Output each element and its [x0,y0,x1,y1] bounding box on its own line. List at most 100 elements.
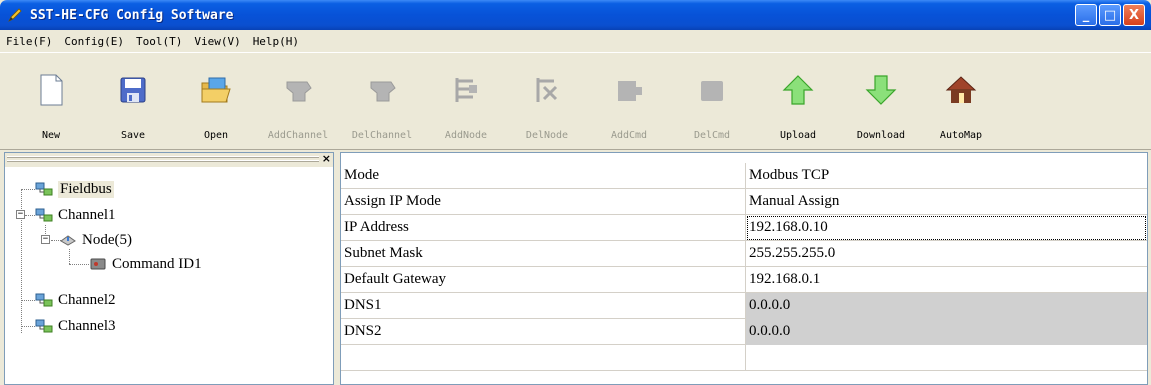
add-channel-label: AddChannel [267,130,329,141]
delete-command-label: DelCmd [693,130,731,141]
minimize-icon: _ [1082,7,1090,23]
tree-line [21,326,35,327]
delete-channel-icon [370,81,396,102]
delete-command-button[interactable]: DelCmd [679,53,745,151]
automap-button[interactable]: AutoMap [928,53,994,151]
property-key: Assign IP Mode [341,189,746,215]
panel-grip[interactable] [7,156,319,158]
tree-item-label: Channel2 [58,291,116,308]
add-channel-button[interactable]: AddChannel [265,53,331,151]
title-bar[interactable]: SST-HE-CFG Config Software _ □ X [0,0,1151,30]
menu-view[interactable]: View(V) [194,35,240,48]
add-node-button[interactable]: AddNode [433,53,499,151]
tree-item-label: Channel1 [58,206,116,223]
delete-node-button[interactable]: DelNode [514,53,580,151]
menu-bar: File(F) Config(E) Tool(T) View(V) Help(H… [0,30,1151,52]
new-button[interactable]: New [18,53,84,151]
property-key: Mode [341,163,746,189]
tree-line [21,300,35,301]
delete-channel-button[interactable]: DelChannel [349,53,415,151]
pencil-icon [8,8,22,22]
add-node-label: AddNode [444,130,488,141]
property-value[interactable] [746,345,1147,371]
add-channel-icon [286,81,312,102]
delete-channel-label: DelChannel [351,130,413,141]
close-panel-icon[interactable]: × [322,152,331,165]
upload-label: Upload [779,130,817,141]
tree-item-command-id1[interactable]: Command ID1 [89,253,202,275]
add-command-button[interactable]: AddCmd [596,53,662,151]
table-row[interactable]: Mode Modbus TCP [341,163,1147,189]
table-row[interactable]: DNS2 0.0.0.0 [341,319,1147,345]
project-tree-panel: × Fieldbus − Channel1 − Node(5) Command … [4,152,334,385]
save-label: Save [120,130,146,141]
property-key: Default Gateway [341,267,746,293]
property-value[interactable]: 255.255.255.0 [746,241,1147,267]
network-icon [35,319,53,333]
table-row[interactable]: Subnet Mask 255.255.255.0 [341,241,1147,267]
table-row[interactable] [341,345,1147,371]
tree-item-fieldbus[interactable]: Fieldbus [35,178,114,200]
tree-item-label: Node(5) [82,231,132,248]
network-icon [35,208,53,222]
property-key [341,345,746,371]
table-row[interactable]: Assign IP Mode Manual Assign [341,189,1147,215]
maximize-icon: □ [1103,7,1117,23]
collapse-channel1-toggle[interactable]: − [16,210,25,219]
menu-help[interactable]: Help(H) [253,35,299,48]
close-icon: X [1128,7,1140,23]
property-value[interactable]: 192.168.0.10 [746,215,1147,241]
save-button[interactable]: Save [100,53,166,151]
maximize-button[interactable]: □ [1099,4,1121,26]
new-document-icon [40,74,63,106]
delete-command-icon [701,81,723,101]
property-key: DNS2 [341,319,746,345]
tree-item-channel2[interactable]: Channel2 [35,289,116,311]
property-value: 0.0.0.0 [746,293,1147,319]
delete-node-label: DelNode [525,130,569,141]
add-node-icon [455,78,477,102]
tree-item-channel1[interactable]: Channel1 [35,204,116,226]
network-icon [35,293,53,307]
download-arrow-icon [865,75,897,105]
minus-icon: − [42,234,49,244]
tree-item-node5[interactable]: Node(5) [59,229,132,251]
table-row[interactable]: IP Address 192.168.0.10 [341,215,1147,241]
toolbar: New Save Open AddChannel DelChannel AddN… [0,52,1151,150]
tree-line [21,189,35,190]
panel-grip[interactable] [7,160,319,162]
close-button[interactable]: X [1123,4,1145,26]
download-button[interactable]: Download [848,53,914,151]
property-value[interactable]: Modbus TCP [746,163,1147,189]
table-row[interactable]: DNS1 0.0.0.0 [341,293,1147,319]
add-command-label: AddCmd [610,130,648,141]
upload-arrow-icon [782,75,814,105]
property-value[interactable]: Manual Assign [746,189,1147,215]
menu-tool[interactable]: Tool(T) [136,35,182,48]
minus-icon: − [17,209,24,219]
property-grid: Mode Modbus TCP Assign IP Mode Manual As… [340,152,1148,385]
node-icon [60,235,76,246]
open-label: Open [203,130,229,141]
property-value[interactable]: 192.168.0.1 [746,267,1147,293]
add-command-icon [618,81,642,101]
network-icon [35,182,53,196]
window-title: SST-HE-CFG Config Software [30,7,234,23]
minimize-button[interactable]: _ [1075,4,1097,26]
automap-label: AutoMap [939,130,983,141]
table-row[interactable]: Default Gateway 192.168.0.1 [341,267,1147,293]
menu-file[interactable]: File(F) [6,35,52,48]
menu-config[interactable]: Config(E) [64,35,124,48]
tree-line [25,215,35,216]
collapse-node5-toggle[interactable]: − [41,235,50,244]
delete-node-icon [536,78,558,102]
tree-item-channel3[interactable]: Channel3 [35,315,116,337]
open-button[interactable]: Open [183,53,249,151]
download-label: Download [856,130,906,141]
upload-button[interactable]: Upload [765,53,831,151]
tree-line [69,264,89,265]
property-value: 0.0.0.0 [746,319,1147,345]
command-icon [90,258,106,270]
property-key: Subnet Mask [341,241,746,267]
tree-line [69,249,70,264]
